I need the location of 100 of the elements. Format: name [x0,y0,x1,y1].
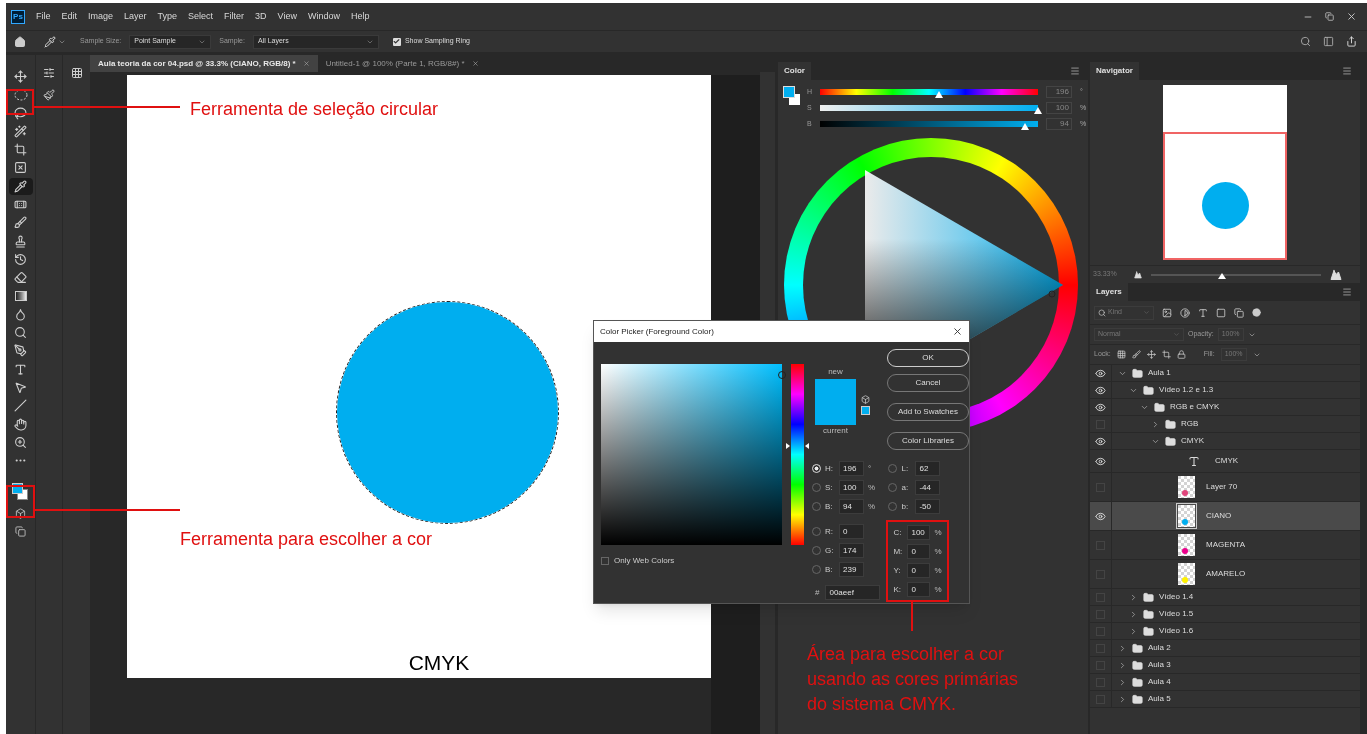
layer-row[interactable]: Vídeo 1.4 [1090,589,1360,606]
menu-item[interactable]: Filter [224,9,245,24]
chevron-icon[interactable] [1118,677,1127,687]
lock-brush-icon[interactable] [1131,350,1141,359]
navigator-tab[interactable]: Navigator [1090,62,1139,80]
current-color-swatch[interactable] [815,402,856,425]
zoom-in-icon[interactable] [1330,268,1342,281]
brush-settings-icon[interactable] [43,89,55,101]
layer-row[interactable]: MAGENTA [1090,531,1360,560]
screen-mode-icon[interactable] [15,526,26,538]
color-field[interactable] [601,364,782,545]
menu-item[interactable]: Image [88,9,114,24]
slider-reading[interactable]: 100 [1046,102,1072,114]
chevron-icon[interactable] [1118,660,1127,670]
view-frame[interactable] [1163,132,1287,260]
value-field[interactable]: 100 [907,525,931,540]
chevron-icon[interactable] [1129,626,1138,636]
color-slider[interactable] [820,121,1038,127]
lock-artboard-icon[interactable] [1161,350,1171,359]
chevron-icon[interactable] [1151,419,1160,429]
eye-icon[interactable] [1095,510,1106,522]
slider-thumb[interactable] [934,91,943,98]
layer-row[interactable]: Vídeo 1.2 e 1.3 [1090,382,1360,399]
eye-icon[interactable] [1095,401,1106,413]
dialog-button[interactable]: Color Libraries [887,432,969,450]
menu-item[interactable]: Type [157,9,178,24]
layers-tab[interactable]: Layers [1090,283,1128,301]
checkbox[interactable] [392,37,401,46]
value-field[interactable]: 62 [915,461,941,476]
value-field[interactable]: 196 [839,461,864,476]
layer-row[interactable]: Vídeo 1.5 [1090,606,1360,623]
cube-icon[interactable] [861,395,870,404]
menu-item[interactable]: 3D [255,9,267,24]
layer-row[interactable]: CMYK [1090,450,1360,473]
panel-menu-icon[interactable] [1342,66,1352,76]
slider-thumb[interactable] [1034,107,1042,114]
value-field[interactable]: 0 [907,544,931,559]
value-field[interactable]: 0 [907,563,931,578]
lock-position-icon[interactable] [1146,350,1156,359]
eye-icon[interactable] [1095,384,1106,396]
tool-button[interactable] [8,177,33,195]
properties-icon[interactable] [43,67,55,79]
layer-row[interactable]: Aula 4 [1090,674,1360,691]
color-slider[interactable] [820,89,1038,95]
color-swatches-drawing[interactable] [10,480,31,503]
menu-item[interactable]: Edit [61,9,78,24]
web-safe-swatch[interactable] [861,406,870,415]
image-filter-icon[interactable] [1162,307,1172,318]
eye-icon[interactable] [1095,367,1106,379]
value-field[interactable]: 0 [907,582,931,597]
value-field[interactable]: 174 [839,543,864,558]
layer-row[interactable]: AMARELO [1090,560,1360,589]
panel-menu-icon[interactable] [1070,66,1080,76]
hue-marker[interactable] [786,443,809,450]
slider-reading[interactable]: 196 [1046,86,1072,98]
shape-filter-icon[interactable] [1216,307,1226,318]
dialog-button[interactable]: OK [887,349,969,367]
eye-icon[interactable] [1095,435,1106,447]
value-field[interactable]: 94 [839,499,864,514]
color-tab[interactable]: Color [778,62,811,80]
fg-bg-swatches-drawing[interactable] [783,86,803,108]
menu-item[interactable]: File [36,9,51,24]
adjustment-filter-icon[interactable] [1180,307,1190,318]
layer-row[interactable]: Vídeo 1.6 [1090,623,1360,640]
dialog-button[interactable]: Add to Swatches [887,403,969,421]
document-tab[interactable]: Aula teoria da cor 04.psd @ 33.3% (CIANO, RGB/8) * [90,55,318,72]
menu-item[interactable]: View [277,9,297,24]
lock-pixels-icon[interactable] [1116,350,1126,359]
checkbox[interactable] [601,557,609,565]
layer-row[interactable]: RGB e CMYK [1090,399,1360,416]
layer-row[interactable]: Aula 1 [1090,365,1360,382]
slider-thumb[interactable] [1020,123,1029,130]
layer-row[interactable]: Aula 2 [1090,640,1360,657]
close-icon[interactable] [952,326,963,337]
value-field[interactable]: -50 [915,499,941,514]
workspace-icon[interactable] [1323,36,1334,47]
chevron-icon[interactable] [1118,643,1127,653]
eye-icon[interactable] [1095,455,1106,467]
chevron-icon[interactable] [1129,592,1138,602]
menu-item[interactable]: Window [307,9,340,24]
layer-row[interactable]: Layer 70 [1090,473,1360,502]
chevron-icon[interactable] [1129,609,1138,619]
layer-row[interactable]: Aula 5 [1090,691,1360,708]
document-tab[interactable]: Untitled-1 @ 100% (Parte 1, RGB/8#) * [317,55,487,72]
filter-toggle-icon[interactable] [1252,308,1261,317]
type-filter-icon[interactable] [1198,307,1208,318]
slider-reading[interactable]: 94 [1046,118,1072,130]
hue-strip[interactable] [791,364,804,545]
home-icon[interactable] [14,35,26,48]
zoom-out-icon[interactable] [1134,270,1142,279]
layer-row[interactable]: CMYK [1090,433,1360,450]
search-icon[interactable] [1300,36,1311,47]
value-field[interactable]: 0 [839,524,864,539]
close-icon[interactable] [1346,11,1357,22]
layer-row[interactable]: CIANO [1090,502,1360,531]
value-field[interactable]: 00aeef [825,585,881,600]
chevron-icon[interactable] [1118,694,1127,704]
grid-icon[interactable] [70,67,83,79]
menu-item[interactable]: Help [351,9,370,24]
layer-row[interactable]: RGB [1090,416,1360,433]
